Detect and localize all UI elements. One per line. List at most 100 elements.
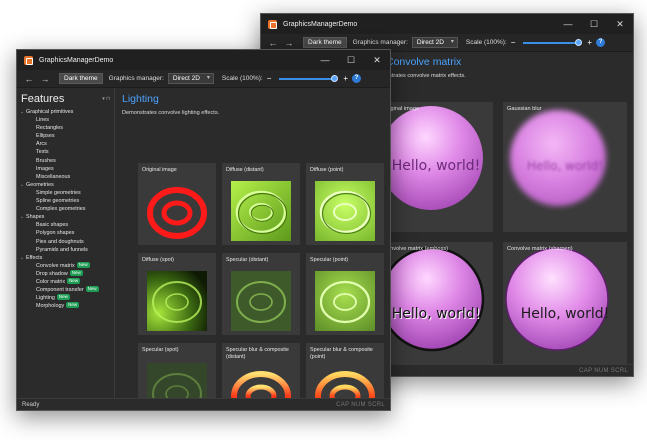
- theme-button[interactable]: Dark theme: [59, 73, 103, 84]
- tree-label: Lines: [36, 117, 49, 124]
- graphics-manager-select[interactable]: Direct 2D: [167, 73, 214, 84]
- tree-item[interactable]: Complex geometries: [20, 205, 99, 213]
- forward-arrow-icon[interactable]: →: [281, 38, 297, 48]
- tree-label: Convolve matrix: [36, 262, 75, 269]
- page-title: Convolve matrix: [386, 56, 462, 68]
- tree-label: Complex geometries: [36, 206, 86, 213]
- sample-text: Hello, world!: [520, 306, 610, 322]
- page-description: Demonstrates convolve lighting effects.: [122, 110, 220, 116]
- card-label: Specular (point): [310, 257, 349, 263]
- tree-item[interactable]: Morphology New: [20, 302, 99, 310]
- maximize-icon[interactable]: ☐: [581, 14, 607, 34]
- slider-thumb[interactable]: [575, 38, 583, 46]
- tree-item[interactable]: Component transfer New: [20, 286, 99, 294]
- tree-item[interactable]: Pyramids and funnels: [20, 246, 99, 254]
- theme-button[interactable]: Dark theme: [303, 37, 347, 48]
- card-label: Diffuse (point): [310, 167, 344, 173]
- help-icon[interactable]: ?: [352, 74, 362, 83]
- tree-label: Component transfer: [36, 287, 84, 294]
- tree-item[interactable]: Arcs: [20, 140, 99, 148]
- tree-item[interactable]: Color matrix New: [20, 277, 99, 286]
- tree-label: Pyramids and funnels: [36, 246, 88, 253]
- tree-label: Simple geometries: [36, 189, 81, 196]
- sample-text: Hello, world!: [527, 159, 603, 173]
- close-icon[interactable]: ✕: [607, 14, 633, 34]
- sharpened-sphere-image: [505, 247, 609, 351]
- zoom-out-button[interactable]: −: [511, 38, 516, 47]
- new-badge: New: [76, 261, 90, 268]
- window-title: GraphicsManagerDemo: [283, 20, 358, 28]
- front-content: Lighting Demonstrates convolve lighting …: [116, 88, 390, 410]
- green-lit-image: [231, 181, 291, 241]
- tree-label: Rectangles: [36, 125, 63, 132]
- tree-item[interactable]: Polygon shapes: [20, 229, 99, 237]
- green-lit-image: [315, 181, 375, 241]
- close-icon[interactable]: ✕: [364, 50, 390, 70]
- tree-group[interactable]: ⌄ Effects: [20, 254, 99, 262]
- zoom-in-button[interactable]: +: [587, 38, 592, 47]
- tree-item[interactable]: Drop shadow New: [20, 269, 99, 278]
- features-sidebar: Features ▾ ⊓ ⌄ Graphical primitives Lines R…: [17, 88, 115, 398]
- zoom-in-button[interactable]: +: [343, 74, 348, 83]
- forward-arrow-icon[interactable]: →: [37, 74, 53, 84]
- graphics-manager-select[interactable]: Direct 2D: [411, 37, 458, 48]
- scale-slider[interactable]: [279, 74, 339, 82]
- front-titlebar[interactable]: GraphicsManagerDemo — ☐ ✕: [17, 50, 390, 70]
- card-gaussian-blur: Gaussian blur Hello, world!: [503, 102, 627, 232]
- scale-label: Scale (100%):: [221, 75, 263, 82]
- new-badge: New: [69, 269, 83, 276]
- front-statusbar: Ready CAP NUM SCRL: [17, 398, 390, 410]
- tree-group[interactable]: ⌄ Shapes: [20, 213, 99, 221]
- sample-text: Hello, world!: [391, 306, 481, 322]
- tree-label: Miscellaneous: [36, 173, 71, 180]
- tree-item[interactable]: Spline geometries: [20, 197, 99, 205]
- tree-item[interactable]: Simple geometries: [20, 189, 99, 197]
- window-title: GraphicsManagerDemo: [39, 56, 114, 64]
- maximize-icon[interactable]: ☐: [338, 50, 364, 70]
- tree-item[interactable]: Lines: [20, 116, 99, 124]
- page-title: Lighting: [122, 93, 159, 105]
- tree-group[interactable]: ⌄ Geometries: [20, 181, 99, 189]
- tree-item[interactable]: Images: [20, 165, 99, 173]
- new-badge: New: [67, 277, 81, 284]
- card-label: Specular (spot): [142, 347, 179, 353]
- pin-icon[interactable]: ▾ ⊓: [102, 96, 110, 102]
- card-label: Original image: [142, 167, 177, 173]
- status-text: Ready: [22, 401, 40, 408]
- minimize-icon[interactable]: —: [312, 50, 338, 70]
- back-arrow-icon[interactable]: ←: [21, 74, 37, 84]
- help-icon[interactable]: ?: [596, 38, 606, 47]
- tree-item[interactable]: Texts: [20, 148, 99, 156]
- card-original-image: Original image: [138, 163, 216, 245]
- card-label: Convolve matrix (sharpen): [507, 246, 573, 252]
- tree-item[interactable]: Pies and doughnuts: [20, 238, 99, 246]
- card-label: Specular blur & composite (distant): [226, 347, 289, 360]
- front-window[interactable]: GraphicsManagerDemo — ☐ ✕ ← → Dark theme…: [16, 49, 391, 411]
- zoom-out-button[interactable]: −: [267, 74, 272, 83]
- back-arrow-icon[interactable]: ←: [265, 38, 281, 48]
- tree-item[interactable]: Brushes: [20, 157, 99, 165]
- graphics-manager-label: Graphics manager:: [352, 39, 408, 46]
- tree-item[interactable]: Rectangles: [20, 124, 99, 132]
- back-titlebar[interactable]: GraphicsManagerDemo — ☐ ✕: [261, 14, 633, 34]
- tree-item[interactable]: Ellipses: [20, 132, 99, 140]
- tree-item[interactable]: Basic shapes: [20, 221, 99, 229]
- minimize-icon[interactable]: —: [555, 14, 581, 34]
- tree-item[interactable]: Miscellaneous: [20, 173, 99, 181]
- tree-label: Color matrix: [36, 278, 66, 285]
- tree-item[interactable]: Lighting New: [20, 294, 99, 302]
- tree-label: Pies and doughnuts: [36, 238, 84, 245]
- card-diffuse-point: Diffuse (point): [306, 163, 384, 245]
- tree-group[interactable]: ⌄ Graphical primitives: [20, 108, 99, 116]
- card-diffuse-spot: Diffuse (spot): [138, 253, 216, 335]
- card-original-image: Original image Hello, world!: [379, 102, 493, 232]
- card-label: Specular (distant): [226, 257, 269, 263]
- dark-green-image: [231, 271, 291, 331]
- features-title: Features: [21, 93, 65, 105]
- scale-slider[interactable]: [523, 38, 583, 46]
- green-lit-image: [315, 271, 375, 331]
- card-diffuse-distant: Diffuse (distant): [222, 163, 300, 245]
- status-keys: CAP NUM SCRL: [579, 367, 628, 374]
- slider-thumb[interactable]: [331, 74, 339, 82]
- tree-item[interactable]: Convolve matrix New: [20, 261, 99, 270]
